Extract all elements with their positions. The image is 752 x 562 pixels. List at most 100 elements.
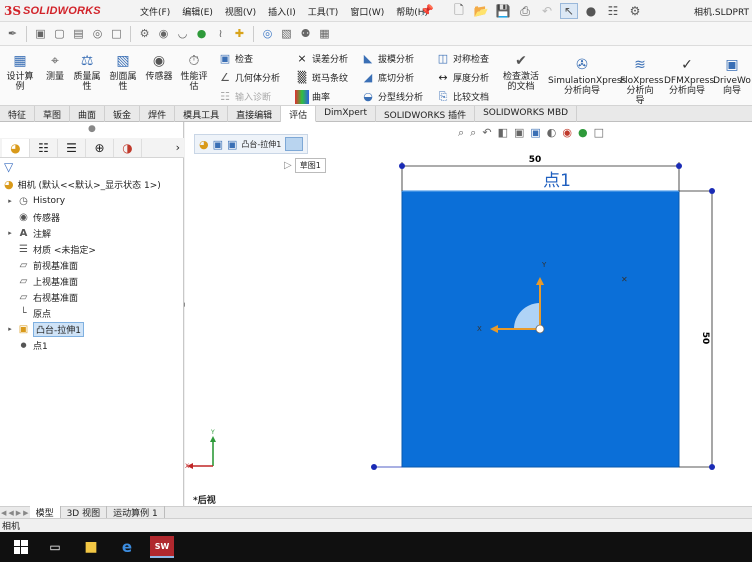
hide-show-icon[interactable]: ◉	[562, 126, 572, 140]
design-study-button[interactable]: ▦ 设计算 例	[4, 52, 36, 92]
undercut-analysis-button[interactable]: ◢ 底切分析	[361, 69, 414, 86]
filter-icon[interactable]: ▽	[4, 160, 13, 174]
display-style-icon[interactable]: ◐	[547, 126, 557, 140]
menu-view[interactable]: 视图(V)	[219, 4, 262, 19]
section-view-icon[interactable]: ◧	[498, 126, 508, 140]
previous-view-icon[interactable]: ↶	[482, 126, 491, 140]
tab-sheet-metal[interactable]: 钣金	[105, 106, 141, 122]
gear-icon[interactable]: ⚙	[136, 25, 153, 42]
dimension-text-top[interactable]: 50	[529, 155, 542, 165]
menu-insert[interactable]: 插入(I)	[262, 4, 302, 19]
first-tab-icon[interactable]: ◀	[0, 509, 7, 517]
origin-point[interactable]	[535, 324, 545, 334]
graphics-viewport[interactable]: 50 50 点1 Y X ✕ Y X *后视	[185, 122, 752, 506]
menu-tools[interactable]: 工具(T)	[302, 4, 345, 19]
thickness-analysis-button[interactable]: ↔ 厚度分析	[436, 69, 489, 86]
toolbar-icon-4[interactable]: ◎	[89, 25, 106, 42]
globe-search-icon[interactable]: ◎	[259, 25, 276, 42]
open-folder-icon[interactable]: 📂	[472, 3, 490, 19]
tree-item-material[interactable]: ☰ 材质 <未指定>	[6, 242, 96, 256]
tree-item-right-plane[interactable]: ▱ 右视基准面	[6, 290, 78, 304]
geometry-analysis-button[interactable]: ∠ 几何体分析	[218, 69, 280, 86]
tree-item-history[interactable]: ▸ ◷ History	[6, 194, 65, 208]
tab-sketch[interactable]: 草图	[35, 106, 71, 122]
driveworks-button[interactable]: ▣ DriveWo 向导	[712, 56, 752, 96]
tab-mold-tools[interactable]: 模具工具	[175, 106, 229, 122]
tab-direct-editing[interactable]: 直接编辑	[228, 106, 282, 122]
point-label[interactable]: 点1	[543, 171, 571, 191]
measure-button[interactable]: ⌖ 测量	[42, 52, 68, 82]
part-breadcrumb-icon[interactable]: ◕	[199, 138, 209, 151]
pin-icon[interactable]: 📌	[420, 4, 434, 17]
print-icon[interactable]: ⎙	[516, 3, 534, 19]
edge-browser-icon[interactable]: e	[116, 536, 138, 558]
tab-dimxpert[interactable]: DimXpert	[316, 106, 376, 122]
tab-solidworks-addins[interactable]: SOLIDWORKS 插件	[376, 106, 476, 122]
toolbar-icon-2[interactable]: ▢	[51, 25, 68, 42]
breadcrumb-sketch-icon[interactable]	[285, 137, 304, 151]
check-active-doc-button[interactable]: ✔ 检查激活 的文档	[500, 52, 542, 92]
sensor-button[interactable]: ◉ 传感器	[142, 52, 176, 82]
tree-item-point[interactable]: ● 点1	[6, 338, 47, 352]
performance-eval-button[interactable]: ⏱ 性能评 估	[178, 52, 210, 92]
sketch-popup-item[interactable]: 草图1	[294, 158, 326, 173]
display-manager-tab-icon[interactable]: ◑	[114, 138, 142, 157]
select-cursor-icon[interactable]: ↖	[560, 3, 578, 19]
solidworks-logo[interactable]: 3S SOLIDWORKS	[4, 3, 101, 19]
traffic-light-icon[interactable]: ●	[582, 3, 600, 19]
new-document-icon[interactable]: 🗋	[450, 3, 468, 19]
zoom-to-fit-icon[interactable]: ⌕	[458, 126, 464, 140]
chevron-right-icon[interactable]: ›	[176, 141, 180, 154]
curvature-button[interactable]: ■ 曲率	[295, 88, 330, 105]
feature-breadcrumb-icon[interactable]: ▣	[227, 138, 237, 151]
tab-surfaces[interactable]: 曲面	[70, 106, 106, 122]
bowl-icon[interactable]: ◡	[174, 25, 191, 42]
scene-icon[interactable]: □	[594, 126, 604, 140]
expand-toggle-icon[interactable]: ▸	[6, 197, 14, 205]
panel-grip-icon[interactable]: ●	[88, 124, 96, 134]
mass-properties-button[interactable]: ⚖ 质量属 性	[70, 52, 104, 92]
tree-item-top-plane[interactable]: ▱ 上视基准面	[6, 274, 78, 288]
pen-icon[interactable]: ✒	[4, 25, 21, 42]
deviation-analysis-button[interactable]: ⨯ 误差分析	[295, 50, 348, 67]
symmetry-check-button[interactable]: ◫ 对称检查	[436, 50, 489, 67]
toolbar-icon-1[interactable]: ▣	[32, 25, 49, 42]
dimension-handle[interactable]	[709, 188, 715, 194]
configuration-manager-tab-icon[interactable]: ☰	[58, 138, 86, 157]
tree-item-sensors[interactable]: ◉ 传感器	[6, 210, 60, 224]
tree-item-front-plane[interactable]: ▱ 前视基准面	[6, 258, 78, 272]
dimension-text-right[interactable]: 50	[700, 332, 710, 345]
sphere-icon[interactable]: ◉	[155, 25, 172, 42]
appearance-icon[interactable]: ●	[578, 126, 588, 140]
solidworks-taskbar-icon[interactable]: SW	[150, 536, 174, 558]
simulationxpress-button[interactable]: ✇ SimulationXpress 分析向导	[548, 56, 626, 96]
spring-icon[interactable]: ≀	[212, 25, 229, 42]
breadcrumb-feature-label[interactable]: 凸台-拉伸1	[241, 139, 281, 150]
tree-item-boss-extrude[interactable]: ▸ ▣ 凸台-拉伸1	[6, 321, 84, 337]
dynamic-annotation-icon[interactable]: ▣	[514, 126, 524, 140]
dimension-handle[interactable]	[709, 464, 715, 470]
tree-item-annotations[interactable]: ▸ A 注解	[6, 226, 51, 240]
save-icon[interactable]: 💾	[494, 3, 512, 19]
view-orientation-icon[interactable]: ▣	[530, 126, 540, 140]
tab-evaluate[interactable]: 评估	[281, 106, 317, 122]
dimension-handle[interactable]	[676, 163, 682, 169]
tree-root[interactable]: ◕ 相机 (默认<<默认>_显示状态 1>)	[4, 178, 161, 191]
zoom-area-icon[interactable]: ⌕	[470, 126, 476, 140]
check-button[interactable]: ▣ 检查	[218, 50, 253, 67]
import-diagnostics-button[interactable]: ☷ 输入诊断	[218, 88, 271, 105]
undo-icon[interactable]: ↶	[538, 3, 556, 19]
sketch-point-handle[interactable]	[371, 464, 377, 470]
last-tab-icon[interactable]: ▶	[22, 509, 29, 517]
compare-documents-button[interactable]: ⎘ 比较文档	[436, 88, 489, 105]
location-pin-icon[interactable]: ●	[193, 25, 210, 42]
expand-toggle-icon[interactable]: ▸	[6, 325, 14, 333]
tree-item-origin[interactable]: └ 原点	[6, 306, 51, 320]
menu-window[interactable]: 窗口(W)	[344, 4, 390, 19]
zebra-stripes-button[interactable]: ▒ 斑马条纹	[295, 69, 348, 86]
parting-line-button[interactable]: ◒ 分型线分析	[361, 88, 423, 105]
section-properties-button[interactable]: ▧ 剖面属 性	[106, 52, 140, 92]
prev-tab-icon[interactable]: ◀	[7, 509, 14, 517]
toolbar-icon-5[interactable]: □	[108, 25, 125, 42]
draft-analysis-button[interactable]: ◣ 拔模分析	[361, 50, 414, 67]
